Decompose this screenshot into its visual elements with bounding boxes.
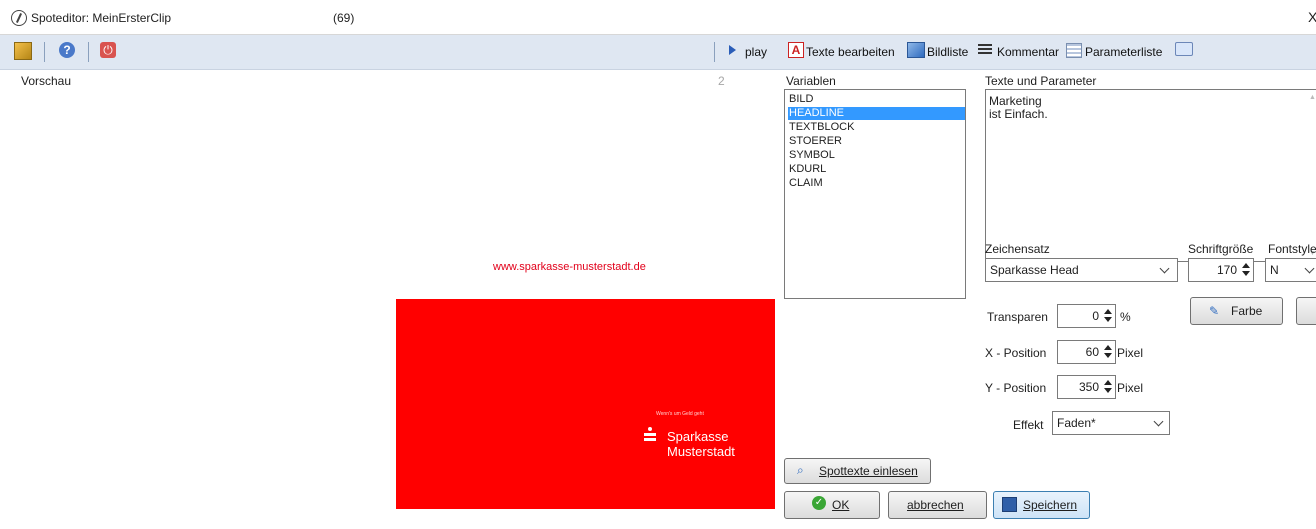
font-select[interactable]: Sparkasse Head (985, 258, 1178, 282)
list-item[interactable]: CLAIM (788, 177, 965, 190)
comment-icon[interactable] (978, 44, 992, 55)
toolbar-separator (44, 42, 45, 62)
y-position-value: 350 (1078, 380, 1099, 394)
params-label: Texte und Parameter (985, 74, 1097, 88)
comment-button[interactable]: Kommentar (997, 45, 1059, 59)
image-list-icon[interactable] (907, 42, 925, 58)
floppy-disk-icon (1002, 497, 1017, 512)
fontstyle-value: N (1270, 263, 1279, 277)
fontstyle-label: Fontstyle (1268, 242, 1316, 256)
play-icon[interactable] (729, 45, 736, 55)
brand-line-1: Sparkasse (667, 429, 729, 444)
font-label: Zeichensatz (985, 242, 1050, 256)
sparkasse-logo-icon (644, 427, 656, 441)
spin-down-icon[interactable] (1104, 388, 1112, 393)
toolbar-separator (88, 42, 89, 62)
spin-down-icon[interactable] (1104, 317, 1112, 322)
size-label: Schriftgröße (1188, 242, 1254, 256)
spin-up-icon[interactable] (1242, 263, 1250, 268)
list-item[interactable]: BILD (788, 93, 965, 106)
x-position-unit: Pixel (1117, 346, 1144, 360)
pen-icon: ✎ (1209, 304, 1220, 318)
preview-label: Vorschau (21, 74, 72, 88)
title-bar (0, 0, 1316, 35)
read-spot-texts-label: Spottexte einlesen (819, 464, 918, 478)
save-button[interactable]: Speichern (993, 491, 1090, 519)
list-item[interactable]: TEXTBLOCK (788, 121, 965, 134)
edit-texts-button[interactable]: Texte bearbeiten (806, 45, 895, 59)
effect-select[interactable]: Faden* (1052, 411, 1170, 435)
variables-list[interactable]: BILD HEADLINE TEXTBLOCK STOERER SYMBOL K… (784, 89, 966, 299)
toolbar-separator (714, 42, 715, 62)
power-icon[interactable]: ⏻ (100, 42, 116, 58)
list-item[interactable]: SYMBOL (788, 149, 965, 162)
fontstyle-select[interactable]: N (1265, 258, 1316, 282)
x-position-stepper[interactable]: 60 (1057, 340, 1116, 364)
ok-button[interactable]: ✓ OK (784, 491, 880, 519)
search-icon: ⌕ (797, 463, 804, 477)
preview-url: www.sparkasse-musterstadt.de (493, 261, 646, 273)
parameter-list-icon[interactable] (1066, 43, 1082, 58)
preview-canvas (396, 299, 775, 509)
y-position-stepper[interactable]: 350 (1057, 375, 1116, 399)
font-select-value: Sparkasse Head (990, 263, 1079, 277)
spin-down-icon[interactable] (1104, 353, 1112, 358)
variables-label: Variablen (786, 74, 836, 88)
x-position-value: 60 (1085, 345, 1099, 359)
parameter-list-button[interactable]: Parameterliste (1085, 45, 1162, 59)
ok-label: OK (832, 498, 850, 512)
spin-up-icon[interactable] (1104, 380, 1112, 385)
speech-bubble-icon[interactable] (1175, 42, 1193, 56)
cancel-label: abbrechen (907, 498, 964, 512)
help-icon[interactable]: ? (59, 42, 75, 58)
list-item[interactable]: KDURL (788, 163, 965, 176)
app-icon (11, 10, 27, 26)
size-value: 170 (1216, 263, 1237, 277)
y-position-label: Y - Position (985, 381, 1047, 395)
check-icon: ✓ (812, 496, 826, 510)
list-item[interactable]: STOERER (788, 135, 965, 148)
cancel-button[interactable]: abbrechen (888, 491, 987, 519)
brand-line-2: Musterstadt (667, 444, 735, 459)
window-title: Spoteditor: MeinErsterClip (31, 11, 172, 25)
effect-label: Effekt (1013, 418, 1044, 432)
play-button[interactable]: play (745, 45, 767, 59)
size-stepper[interactable]: 170 (1188, 258, 1254, 282)
chevron-down-icon (1159, 263, 1170, 274)
tools-icon[interactable] (14, 42, 32, 60)
spin-up-icon[interactable] (1104, 309, 1112, 314)
transparency-label: Transparen (987, 310, 1048, 324)
image-list-button[interactable]: Bildliste (927, 45, 968, 59)
chevron-down-icon (1153, 416, 1164, 427)
window-count: (69) (333, 11, 355, 25)
transparency-value: 0 (1092, 309, 1099, 323)
chevron-down-icon (1304, 263, 1315, 274)
spin-up-icon[interactable] (1104, 345, 1112, 350)
y-position-unit: Pixel (1117, 381, 1144, 395)
color-button-label: Farbe (1231, 304, 1263, 318)
save-label: Speichern (1023, 498, 1078, 512)
edit-text-icon[interactable]: A (788, 42, 804, 58)
list-item-selected[interactable]: HEADLINE (788, 107, 965, 120)
x-position-label: X - Position (985, 346, 1047, 360)
color-button[interactable]: ✎ Farbe (1190, 297, 1283, 325)
text-editor[interactable]: Marketing ist Einfach. ▲ ▼ (985, 89, 1316, 262)
spin-down-icon[interactable] (1242, 271, 1250, 276)
extra-button[interactable] (1296, 297, 1316, 325)
preview-slogan: Wenn's um Geld geht (656, 411, 704, 417)
preview-number: 2 (718, 74, 725, 88)
transparency-stepper[interactable]: 0 (1057, 304, 1116, 328)
close-icon[interactable]: X (1308, 9, 1316, 25)
scroll-up-icon[interactable]: ▲ (1309, 94, 1316, 101)
transparency-unit: % (1120, 310, 1131, 324)
text-line-2: ist Einfach. (989, 107, 1048, 121)
read-spot-texts-button[interactable]: ⌕ Spottexte einlesen (784, 458, 931, 484)
effect-value: Faden* (1057, 416, 1096, 430)
